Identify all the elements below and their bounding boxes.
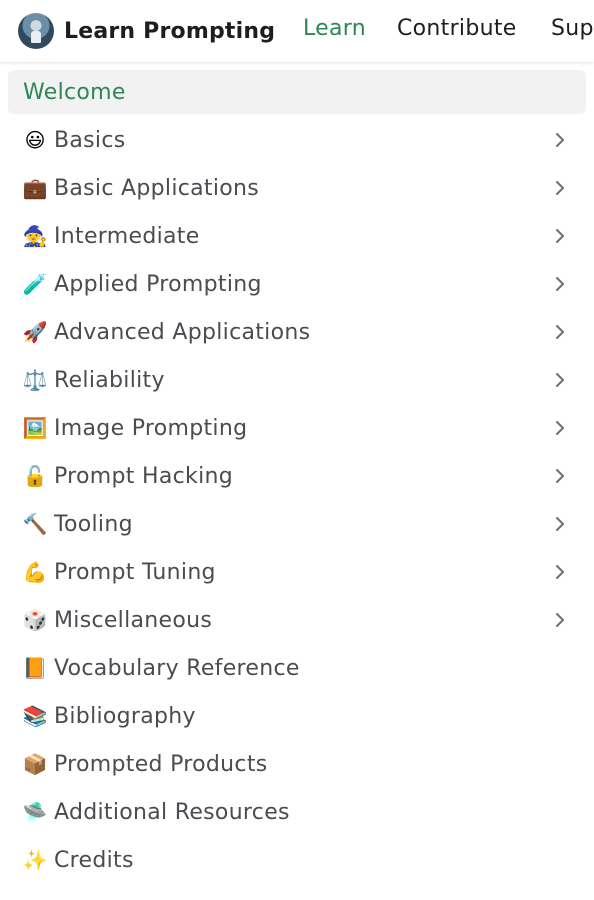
sidebar-item-emoji-icon: 🔨: [22, 512, 48, 536]
sidebar-item-emoji-icon: 🧪: [22, 272, 48, 296]
chevron-right-icon[interactable]: [550, 130, 570, 150]
sidebar-item-bibliography[interactable]: 📚 Bibliography: [8, 694, 586, 738]
sidebar-item-reliability[interactable]: ⚖️ Reliability: [8, 358, 586, 402]
sidebar-item-label: Advanced Applications: [54, 319, 311, 345]
sidebar-item-miscellaneous[interactable]: 🎲 Miscellaneous: [8, 598, 586, 642]
sidebar-item-prompt-hacking[interactable]: 🔓 Prompt Hacking: [8, 454, 586, 498]
nav-link-learn[interactable]: Learn: [303, 16, 366, 41]
sidebar-item-label: Image Prompting: [54, 415, 248, 441]
sidebar-item-label: Reliability: [54, 367, 165, 393]
sidebar-item-emoji-icon: 🛸: [22, 800, 48, 824]
chevron-right-icon[interactable]: [550, 418, 570, 438]
sidebar-item-label: Credits: [54, 847, 134, 873]
sidebar-item-label: Prompted Products: [54, 751, 268, 777]
astronaut-logo-icon: [18, 13, 54, 49]
sidebar-item-emoji-icon: 🔓: [22, 464, 48, 488]
sidebar-item-emoji-icon: 📦: [22, 752, 48, 776]
sidebar-item-emoji-icon: 💪: [22, 560, 48, 584]
sidebar-item-emoji-icon: 🚀: [22, 320, 48, 344]
sidebar-item-advanced-applications[interactable]: 🚀 Advanced Applications: [8, 310, 586, 354]
sidebar-item-label: Additional Resources: [54, 799, 290, 825]
sidebar-item-label: Prompt Tuning: [54, 559, 216, 585]
brand-title: Learn Prompting: [64, 18, 276, 44]
sidebar-item-emoji-icon: 📙: [22, 656, 48, 680]
sidebar-item-welcome[interactable]: Welcome: [8, 70, 586, 114]
chevron-right-icon[interactable]: [550, 562, 570, 582]
chevron-right-icon[interactable]: [550, 466, 570, 486]
sidebar-item-label: Tooling: [54, 511, 133, 537]
sidebar-item-vocabulary-reference[interactable]: 📙 Vocabulary Reference: [8, 646, 586, 690]
chevron-right-icon[interactable]: [550, 514, 570, 534]
chevron-right-icon[interactable]: [550, 178, 570, 198]
sidebar-item-emoji-icon: ✨: [22, 848, 48, 872]
sidebar-item-label: Vocabulary Reference: [54, 655, 300, 681]
sidebar-item-basic-applications[interactable]: 💼 Basic Applications: [8, 166, 586, 210]
sidebar-item-label: Basic Applications: [54, 175, 260, 201]
sidebar-item-prompt-tuning[interactable]: 💪 Prompt Tuning: [8, 550, 586, 594]
sidebar-item-intermediate[interactable]: 🧙 Intermediate: [8, 214, 586, 258]
sidebar-item-label: Applied Prompting: [54, 271, 262, 297]
sidebar-item-label: Prompt Hacking: [54, 463, 233, 489]
sidebar-item-label: Welcome: [23, 79, 126, 105]
brand-link[interactable]: Learn Prompting: [18, 13, 275, 49]
chevron-right-icon[interactable]: [550, 226, 570, 246]
sidebar-item-image-prompting[interactable]: 🖼️ Image Prompting: [8, 406, 586, 450]
sidebar-item-label: Basics: [54, 127, 126, 153]
nav-link-support[interactable]: Sup: [551, 16, 594, 41]
sidebar-item-emoji-icon: 🧙: [22, 224, 48, 248]
chevron-right-icon[interactable]: [550, 322, 570, 342]
top-navbar: Learn Prompting Learn Contribute Sup: [0, 0, 594, 62]
sidebar-item-applied-prompting[interactable]: 🧪 Applied Prompting: [8, 262, 586, 306]
chevron-right-icon[interactable]: [550, 274, 570, 294]
sidebar-item-emoji-icon: 😃: [24, 128, 46, 152]
chevron-right-icon[interactable]: [550, 370, 570, 390]
sidebar-item-credits[interactable]: ✨ Credits: [8, 838, 586, 882]
chevron-right-icon[interactable]: [550, 610, 570, 630]
sidebar-item-emoji-icon: 📚: [22, 704, 48, 728]
sidebar-item-emoji-icon: ⚖️: [22, 368, 48, 392]
sidebar-item-basics[interactable]: 😃 Basics: [8, 118, 586, 162]
sidebar-menu: Welcome 😃 Basics 💼 Basic Applications 🧙 Interm…: [8, 70, 586, 886]
sidebar-item-additional-resources[interactable]: 🛸 Additional Resources: [8, 790, 586, 834]
sidebar-item-label: Bibliography: [54, 703, 196, 729]
sidebar-item-emoji-icon: 🖼️: [22, 416, 48, 440]
nav-link-contribute[interactable]: Contribute: [397, 16, 517, 41]
sidebar-item-emoji-icon: 💼: [22, 176, 48, 200]
sidebar-item-prompted-products[interactable]: 📦 Prompted Products: [8, 742, 586, 786]
sidebar-item-emoji-icon: 🎲: [22, 608, 48, 632]
sidebar-item-label: Miscellaneous: [54, 607, 213, 633]
sidebar-item-tooling[interactable]: 🔨 Tooling: [8, 502, 586, 546]
sidebar-item-label: Intermediate: [54, 223, 200, 249]
